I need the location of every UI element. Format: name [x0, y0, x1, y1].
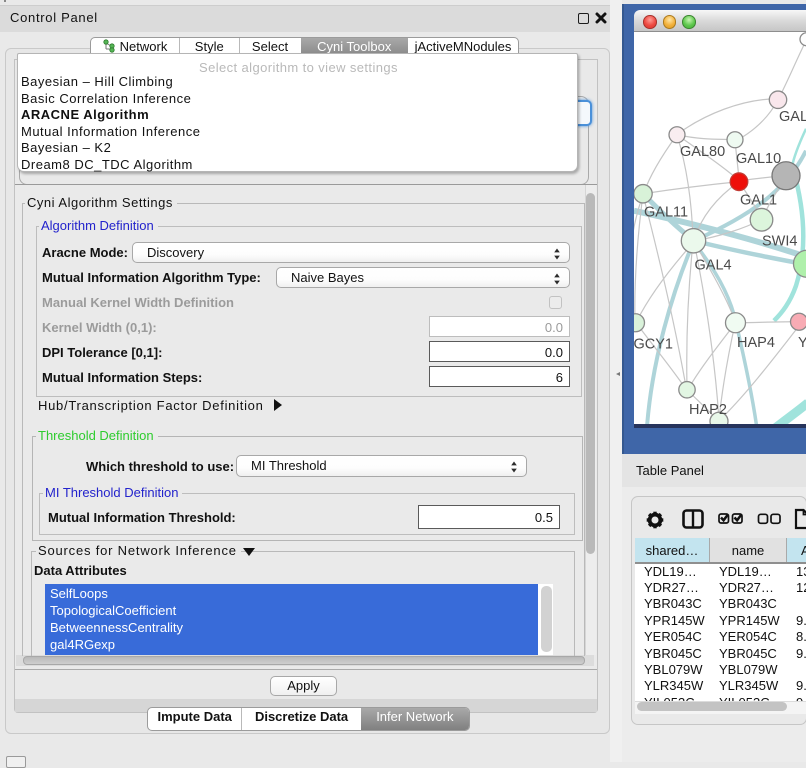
svg-text:GAL11: GAL11: [644, 204, 688, 220]
svg-text:GAL7: GAL7: [779, 108, 806, 124]
svg-text:HAP4: HAP4: [737, 334, 775, 350]
svg-text:GCY1: GCY1: [634, 336, 673, 352]
svg-text:GAL1: GAL1: [740, 192, 777, 208]
svg-text:GAL80: GAL80: [680, 143, 725, 159]
svg-text:HAP2: HAP2: [689, 401, 727, 417]
svg-text:SWI4: SWI4: [762, 233, 797, 249]
svg-text:GAL4: GAL4: [695, 257, 732, 273]
svg-text:GAL10: GAL10: [736, 150, 781, 166]
svg-text:Y: Y: [798, 334, 806, 350]
